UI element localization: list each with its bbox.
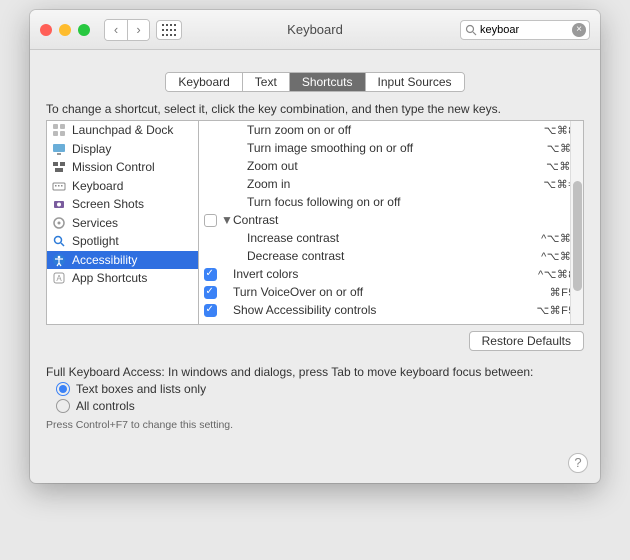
svg-text:A: A (56, 274, 62, 283)
tab-input-sources[interactable]: Input Sources (365, 73, 464, 91)
shortcut-label: Zoom in (233, 177, 543, 191)
preferences-window: ‹ › Keyboard × KeyboardTextShortcutsInpu… (30, 10, 600, 483)
shortcut-checkbox[interactable] (199, 267, 221, 281)
search-field[interactable]: × (460, 20, 590, 40)
close-button[interactable] (40, 24, 52, 36)
shortcut-checkbox[interactable] (199, 303, 221, 317)
fka-option-label: All controls (76, 399, 135, 413)
shortcut-row[interactable]: Zoom in⌥⌘= (199, 175, 583, 193)
minimize-button[interactable] (59, 24, 71, 36)
forward-button[interactable]: › (127, 20, 149, 40)
search-input[interactable] (477, 24, 572, 36)
shortcut-label: Turn image smoothing on or off (233, 141, 547, 155)
shortcut-label: Turn focus following on or off (233, 195, 575, 209)
category-label: Display (72, 142, 111, 156)
radio-icon (56, 382, 70, 396)
fka-hint: Press Control+F7 to change this setting. (46, 419, 584, 431)
app-shortcuts-icon: A (51, 270, 67, 286)
clear-search-button[interactable]: × (572, 23, 586, 37)
back-button[interactable]: ‹ (105, 20, 127, 40)
tab-bar: KeyboardTextShortcutsInput Sources (30, 50, 600, 102)
fka-option-textboxes[interactable]: Text boxes and lists only (56, 382, 584, 396)
nav-segment: ‹ › (104, 19, 150, 41)
fka-option-all[interactable]: All controls (56, 399, 584, 413)
services-icon (51, 215, 67, 231)
category-keyboard[interactable]: Keyboard (47, 177, 198, 196)
category-spotlight[interactable]: Spotlight (47, 232, 198, 251)
scrollbar[interactable] (570, 121, 583, 324)
shortcut-checkbox[interactable] (199, 213, 221, 227)
tab-text[interactable]: Text (242, 73, 289, 91)
category-label: Services (72, 216, 118, 230)
instruction-text: To change a shortcut, select it, click t… (46, 102, 584, 116)
category-label: App Shortcuts (72, 271, 147, 285)
grid-icon (162, 24, 176, 36)
category-launchpad-dock[interactable]: Launchpad & Dock (47, 121, 198, 140)
tab-shortcuts[interactable]: Shortcuts (289, 73, 365, 91)
category-list[interactable]: Launchpad & Dock Display Mission Control Ke… (47, 121, 199, 324)
shortcut-row[interactable]: ▼Contrast (199, 211, 583, 229)
shortcut-checkbox[interactable] (199, 285, 221, 299)
checkbox-icon (204, 304, 217, 317)
radio-icon (56, 399, 70, 413)
fka-heading: Full Keyboard Access: In windows and dia… (46, 365, 584, 379)
search-icon (465, 24, 477, 36)
shortcut-row[interactable]: Turn zoom on or off⌥⌘8 (199, 121, 583, 139)
display-icon (51, 141, 67, 157)
disclosure-icon[interactable]: ▼ (221, 213, 233, 227)
keyboard-icon (51, 178, 67, 194)
screenshots-icon (51, 196, 67, 212)
shortcut-label: Show Accessibility controls (233, 303, 536, 317)
checkbox-icon (204, 214, 217, 227)
shortcut-list-pane: Turn zoom on or off⌥⌘8Turn image smoothi… (199, 121, 583, 324)
category-label: Screen Shots (72, 197, 144, 211)
tab-keyboard[interactable]: Keyboard (166, 73, 241, 91)
category-label: Mission Control (72, 160, 155, 174)
shortcut-label: Turn VoiceOver on or off (233, 285, 550, 299)
shortcut-row[interactable]: Decrease contrast^⌥⌘, (199, 247, 583, 265)
shortcut-label: Zoom out (233, 159, 546, 173)
shortcut-row[interactable]: Turn VoiceOver on or off⌘F5 (199, 283, 583, 301)
category-mission-control[interactable]: Mission Control (47, 158, 198, 177)
shortcuts-panes: Launchpad & Dock Display Mission Control Ke… (46, 120, 584, 325)
shortcut-row[interactable]: Invert colors^⌥⌘8 (199, 265, 583, 283)
spotlight-icon (51, 233, 67, 249)
mission-control-icon (51, 159, 67, 175)
full-keyboard-access-section: Full Keyboard Access: In windows and dia… (46, 365, 584, 431)
category-label: Spotlight (72, 234, 119, 248)
checkbox-icon (204, 286, 217, 299)
category-label: Keyboard (72, 179, 123, 193)
shortcut-label: Turn zoom on or off (233, 123, 544, 137)
shortcut-row[interactable]: Turn focus following on or off (199, 193, 583, 211)
category-label: Launchpad & Dock (72, 123, 173, 137)
help-button[interactable]: ? (568, 453, 588, 473)
shortcut-list[interactable]: Turn zoom on or off⌥⌘8Turn image smoothi… (199, 121, 583, 324)
shortcut-label: Increase contrast (233, 231, 541, 245)
shortcut-row[interactable]: Show Accessibility controls⌥⌘F5 (199, 301, 583, 319)
titlebar: ‹ › Keyboard × (30, 10, 600, 50)
zoom-button[interactable] (78, 24, 90, 36)
restore-defaults-button[interactable]: Restore Defaults (469, 331, 584, 351)
fka-option-label: Text boxes and lists only (76, 382, 206, 396)
shortcut-row[interactable]: Increase contrast^⌥⌘. (199, 229, 583, 247)
traffic-lights (40, 24, 90, 36)
category-app-shortcuts[interactable]: A App Shortcuts (47, 269, 198, 288)
shortcut-label: Decrease contrast (233, 249, 541, 263)
category-display[interactable]: Display (47, 140, 198, 159)
shortcut-label: Contrast (233, 213, 575, 227)
category-services[interactable]: Services (47, 214, 198, 233)
scrollbar-thumb[interactable] (573, 181, 582, 291)
shortcut-label: Invert colors (233, 267, 538, 281)
accessibility-icon (51, 252, 67, 268)
show-all-button[interactable] (156, 20, 182, 40)
launchpad-icon (51, 122, 67, 138)
category-accessibility[interactable]: Accessibility (47, 251, 198, 270)
checkbox-icon (204, 268, 217, 281)
category-screen-shots[interactable]: Screen Shots (47, 195, 198, 214)
shortcut-row[interactable]: Zoom out⌥⌘- (199, 157, 583, 175)
shortcut-row[interactable]: Turn image smoothing on or off⌥⌘\ (199, 139, 583, 157)
category-label: Accessibility (72, 253, 137, 267)
